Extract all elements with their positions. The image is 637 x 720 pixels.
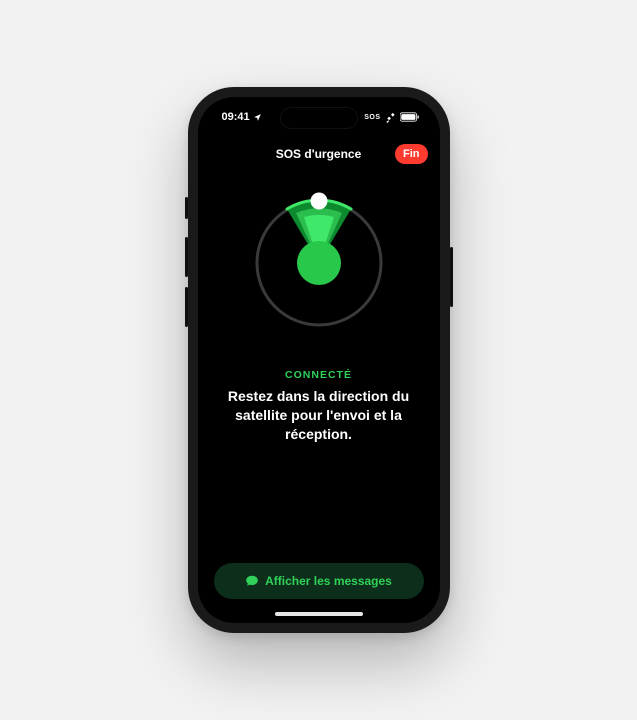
status-bar-left: 09:41 (222, 111, 262, 123)
connection-status-label: CONNECTÉ (285, 369, 352, 381)
phone-device-frame: 09:41 SOS SOS d'urgence Fin (188, 87, 450, 633)
phone-side-button (185, 287, 188, 327)
location-icon (253, 113, 262, 122)
satellite-icon (385, 112, 396, 123)
end-button[interactable]: Fin (395, 144, 428, 164)
sos-indicator: SOS (364, 114, 380, 121)
phone-side-button (185, 197, 188, 219)
nav-bar: SOS d'urgence Fin (198, 137, 440, 171)
end-button-label: Fin (403, 148, 420, 160)
home-indicator[interactable] (275, 612, 363, 616)
phone-screen: 09:41 SOS SOS d'urgence Fin (198, 97, 440, 623)
main-content: CONNECTÉ Restez dans la direction du sat… (198, 171, 440, 563)
chat-bubble-icon (245, 574, 259, 588)
battery-icon (400, 112, 420, 122)
page-title: SOS d'urgence (276, 147, 362, 161)
show-messages-label: Afficher les messages (265, 574, 392, 588)
show-messages-button[interactable]: Afficher les messages (214, 563, 424, 599)
phone-side-button (185, 237, 188, 277)
status-bar-right: SOS (364, 112, 419, 123)
phone-side-button (450, 247, 453, 307)
status-time: 09:41 (222, 111, 250, 123)
instruction-text: Restez dans la direction du satellite po… (216, 387, 422, 444)
satellite-direction-graphic (239, 183, 399, 343)
dynamic-island (280, 107, 358, 129)
